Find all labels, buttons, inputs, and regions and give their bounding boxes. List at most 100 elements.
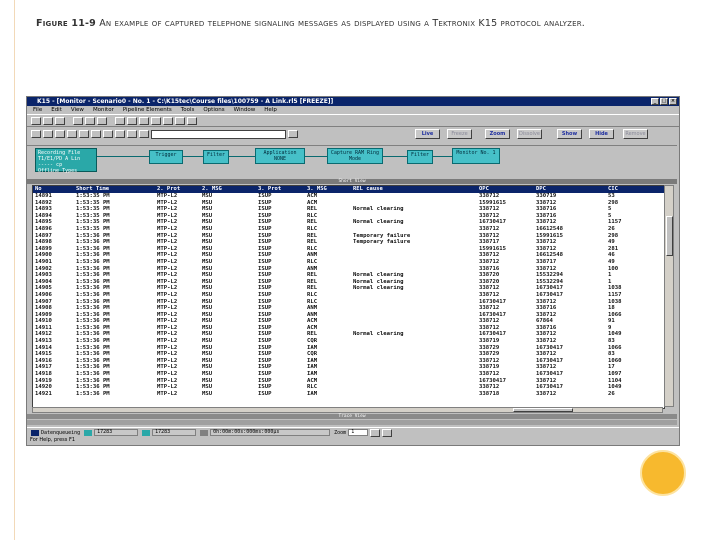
table-row[interactable]: 14891 1:53:35 PM MTP-L2 MSU ISUP ACM 338712 330… [33, 193, 664, 200]
column-header[interactable]: 3. MSG [305, 186, 351, 193]
scroll-thumb[interactable] [666, 216, 673, 256]
pipeline-node-capture[interactable]: Capture RAM Ring Mode [327, 148, 383, 164]
table-row[interactable]: 14921 1:53:36 PM MTP-L2 MSU ISUP IAM 338718 338… [33, 391, 664, 398]
zoom-button[interactable]: Zoom [485, 129, 510, 139]
menu-pipeline-elements[interactable]: Pipeline Elements [123, 106, 172, 114]
table-row[interactable]: 14899 1:53:36 PM MTP-L2 MSU ISUP RLC 15991615 3… [33, 246, 664, 253]
zoom-in-icon[interactable] [370, 428, 381, 437]
zoom-out-icon[interactable] [382, 428, 393, 437]
dissolve-button[interactable]: Dissolve [517, 129, 542, 139]
table-row[interactable]: 14892 1:53:35 PM MTP-L2 MSU ISUP ACM 15991615 3… [33, 200, 664, 207]
menu-options[interactable]: Options [203, 106, 224, 114]
table-row[interactable]: 14909 1:53:36 PM MTP-L2 MSU ISUP ANM 16730417 3… [33, 312, 664, 319]
step-back-icon[interactable] [67, 130, 77, 138]
live-button[interactable]: Live [415, 129, 440, 139]
table-row[interactable]: 14896 1:53:35 PM MTP-L2 MSU ISUP RLC 338712 166… [33, 226, 664, 233]
table-row[interactable]: 14898 1:53:36 PM MTP-L2 MSU ISUP REL Temporary… [33, 239, 664, 246]
table-row[interactable]: 14920 1:53:36 PM MTP-L2 MSU ISUP RLC 338712 167… [33, 384, 664, 391]
pipeline-node-trigger[interactable]: Trigger [149, 150, 183, 164]
statistics-icon[interactable] [151, 116, 161, 125]
zoom-select[interactable]: 1 [348, 429, 369, 436]
table-row[interactable]: 14905 1:53:36 PM MTP-L2 MSU ISUP REL Normal cl… [33, 285, 664, 292]
search-icon[interactable] [288, 130, 298, 138]
menu-monitor[interactable]: Monitor [93, 106, 114, 114]
save-icon[interactable] [55, 116, 65, 125]
print-icon[interactable] [115, 116, 125, 125]
table-row[interactable]: 14906 1:53:36 PM MTP-L2 MSU ISUP RLC 338712 167… [33, 292, 664, 299]
paste-icon[interactable] [97, 116, 107, 125]
maximize-icon[interactable]: □ [660, 98, 668, 105]
column-header[interactable]: OPC [477, 186, 534, 193]
table-row[interactable]: 14919 1:53:36 PM MTP-L2 MSU ISUP ACM 16730417 3… [33, 378, 664, 385]
pipeline-node-filter[interactable]: Filter [203, 150, 229, 164]
table-row[interactable]: 14904 1:53:36 PM MTP-L2 MSU ISUP REL Normal cl… [33, 279, 664, 286]
loop-icon[interactable] [139, 130, 149, 138]
layout-icon[interactable] [43, 130, 53, 138]
layout-icon[interactable] [31, 130, 41, 138]
table-row[interactable]: 14893 1:53:35 PM MTP-L2 MSU ISUP REL Normal cl… [33, 206, 664, 213]
monitor-icon[interactable] [139, 116, 149, 125]
table-row[interactable]: 14907 1:53:36 PM MTP-L2 MSU ISUP RLC 16730417 3… [33, 299, 664, 306]
open-folder-icon[interactable] [43, 116, 53, 125]
properties-icon[interactable] [127, 116, 137, 125]
step-forward-icon[interactable] [103, 130, 113, 138]
column-header[interactable]: DPC [534, 186, 606, 193]
skip-forward-icon[interactable] [115, 130, 125, 138]
table-row[interactable]: 14894 1:53:35 PM MTP-L2 MSU ISUP RLC 338712 338… [33, 213, 664, 220]
close-icon[interactable]: × [669, 98, 677, 105]
column-header[interactable]: Short Time [74, 186, 155, 193]
table-row[interactable]: 14900 1:53:36 PM MTP-L2 MSU ISUP ANM 338712 166… [33, 252, 664, 259]
hide-button[interactable]: Hide [589, 129, 614, 139]
table-row[interactable]: 14913 1:53:36 PM MTP-L2 MSU ISUP CQR 338719 338… [33, 338, 664, 345]
table-row[interactable]: 14911 1:53:36 PM MTP-L2 MSU ISUP ACM 338712 338… [33, 325, 664, 332]
column-header[interactable]: CIC [606, 186, 664, 193]
pipeline-node-application[interactable]: Application NONE [255, 148, 305, 164]
pipeline-node-monitor[interactable]: Monitor No. 1 [452, 148, 500, 164]
table-row[interactable]: 14914 1:53:36 PM MTP-L2 MSU ISUP IAM 338729 167… [33, 345, 664, 352]
column-header[interactable]: REL cause [351, 186, 477, 193]
table-row[interactable]: 14916 1:53:36 PM MTP-L2 MSU ISUP IAM 338712 167… [33, 358, 664, 365]
trigger-icon[interactable] [175, 116, 185, 125]
show-button[interactable]: Show [557, 129, 582, 139]
recording-file-element[interactable]: Recording File T1/E1/PD A Lin ----- cp O… [35, 148, 97, 174]
record-icon[interactable] [127, 130, 137, 138]
menu-window[interactable]: Window [234, 106, 256, 114]
menu-help[interactable]: Help [264, 106, 277, 114]
column-header[interactable]: No [33, 186, 74, 193]
table-row[interactable]: 14901 1:53:36 PM MTP-L2 MSU ISUP RLC 338712 338… [33, 259, 664, 266]
menu-file[interactable]: File [33, 106, 42, 114]
table-row[interactable]: 14912 1:53:36 PM MTP-L2 MSU ISUP REL Normal cl… [33, 331, 664, 338]
cut-icon[interactable] [73, 116, 83, 125]
minimize-icon[interactable]: _ [651, 98, 659, 105]
column-header[interactable]: 2. Prot [155, 186, 200, 193]
column-header[interactable]: 2. MSG [200, 186, 256, 193]
table-row[interactable]: 14897 1:53:36 PM MTP-L2 MSU ISUP REL Temporary… [33, 233, 664, 240]
stop-icon[interactable] [91, 130, 101, 138]
freeze-button[interactable]: Freeze [447, 129, 472, 139]
table-cell: 1:53:35 PM [76, 225, 110, 232]
table-row[interactable]: 14895 1:53:35 PM MTP-L2 MSU ISUP REL Normal cl… [33, 219, 664, 226]
table-row[interactable]: 14915 1:53:36 PM MTP-L2 MSU ISUP CQR 338729 338… [33, 351, 664, 358]
search-input[interactable] [151, 129, 286, 139]
new-file-icon[interactable] [31, 116, 41, 125]
table-row[interactable]: 14917 1:53:36 PM MTP-L2 MSU ISUP IAM 338719 338… [33, 364, 664, 371]
menu-view[interactable]: View [71, 106, 84, 114]
column-header[interactable]: 3. Prot [256, 186, 305, 193]
filter-icon[interactable] [163, 116, 173, 125]
vertical-scrollbar[interactable] [664, 185, 674, 407]
table-row[interactable]: 14902 1:53:36 PM MTP-L2 MSU ISUP ANM 338716 338… [33, 266, 664, 273]
menu-edit[interactable]: Edit [51, 106, 62, 114]
table-row[interactable]: 14918 1:53:36 PM MTP-L2 MSU ISUP IAM 338712 167… [33, 371, 664, 378]
table-row[interactable]: 14908 1:53:36 PM MTP-L2 MSU ISUP ANM 338712 338… [33, 305, 664, 312]
table-row[interactable]: 14903 1:53:36 PM MTP-L2 MSU ISUP REL Normal cl… [33, 272, 664, 279]
copy-icon[interactable] [85, 116, 95, 125]
play-icon[interactable] [79, 130, 89, 138]
scroll-thumb[interactable] [513, 408, 573, 412]
remove-button[interactable]: Remove [623, 129, 648, 139]
help-icon[interactable] [187, 116, 197, 125]
skip-back-icon[interactable] [55, 130, 65, 138]
horizontal-scrollbar[interactable] [32, 407, 663, 413]
menu-tools[interactable]: Tools [181, 106, 195, 114]
pipeline-node-filter[interactable]: Filter [407, 150, 433, 164]
table-row[interactable]: 14910 1:53:36 PM MTP-L2 MSU ISUP ACM 338712 678… [33, 318, 664, 325]
